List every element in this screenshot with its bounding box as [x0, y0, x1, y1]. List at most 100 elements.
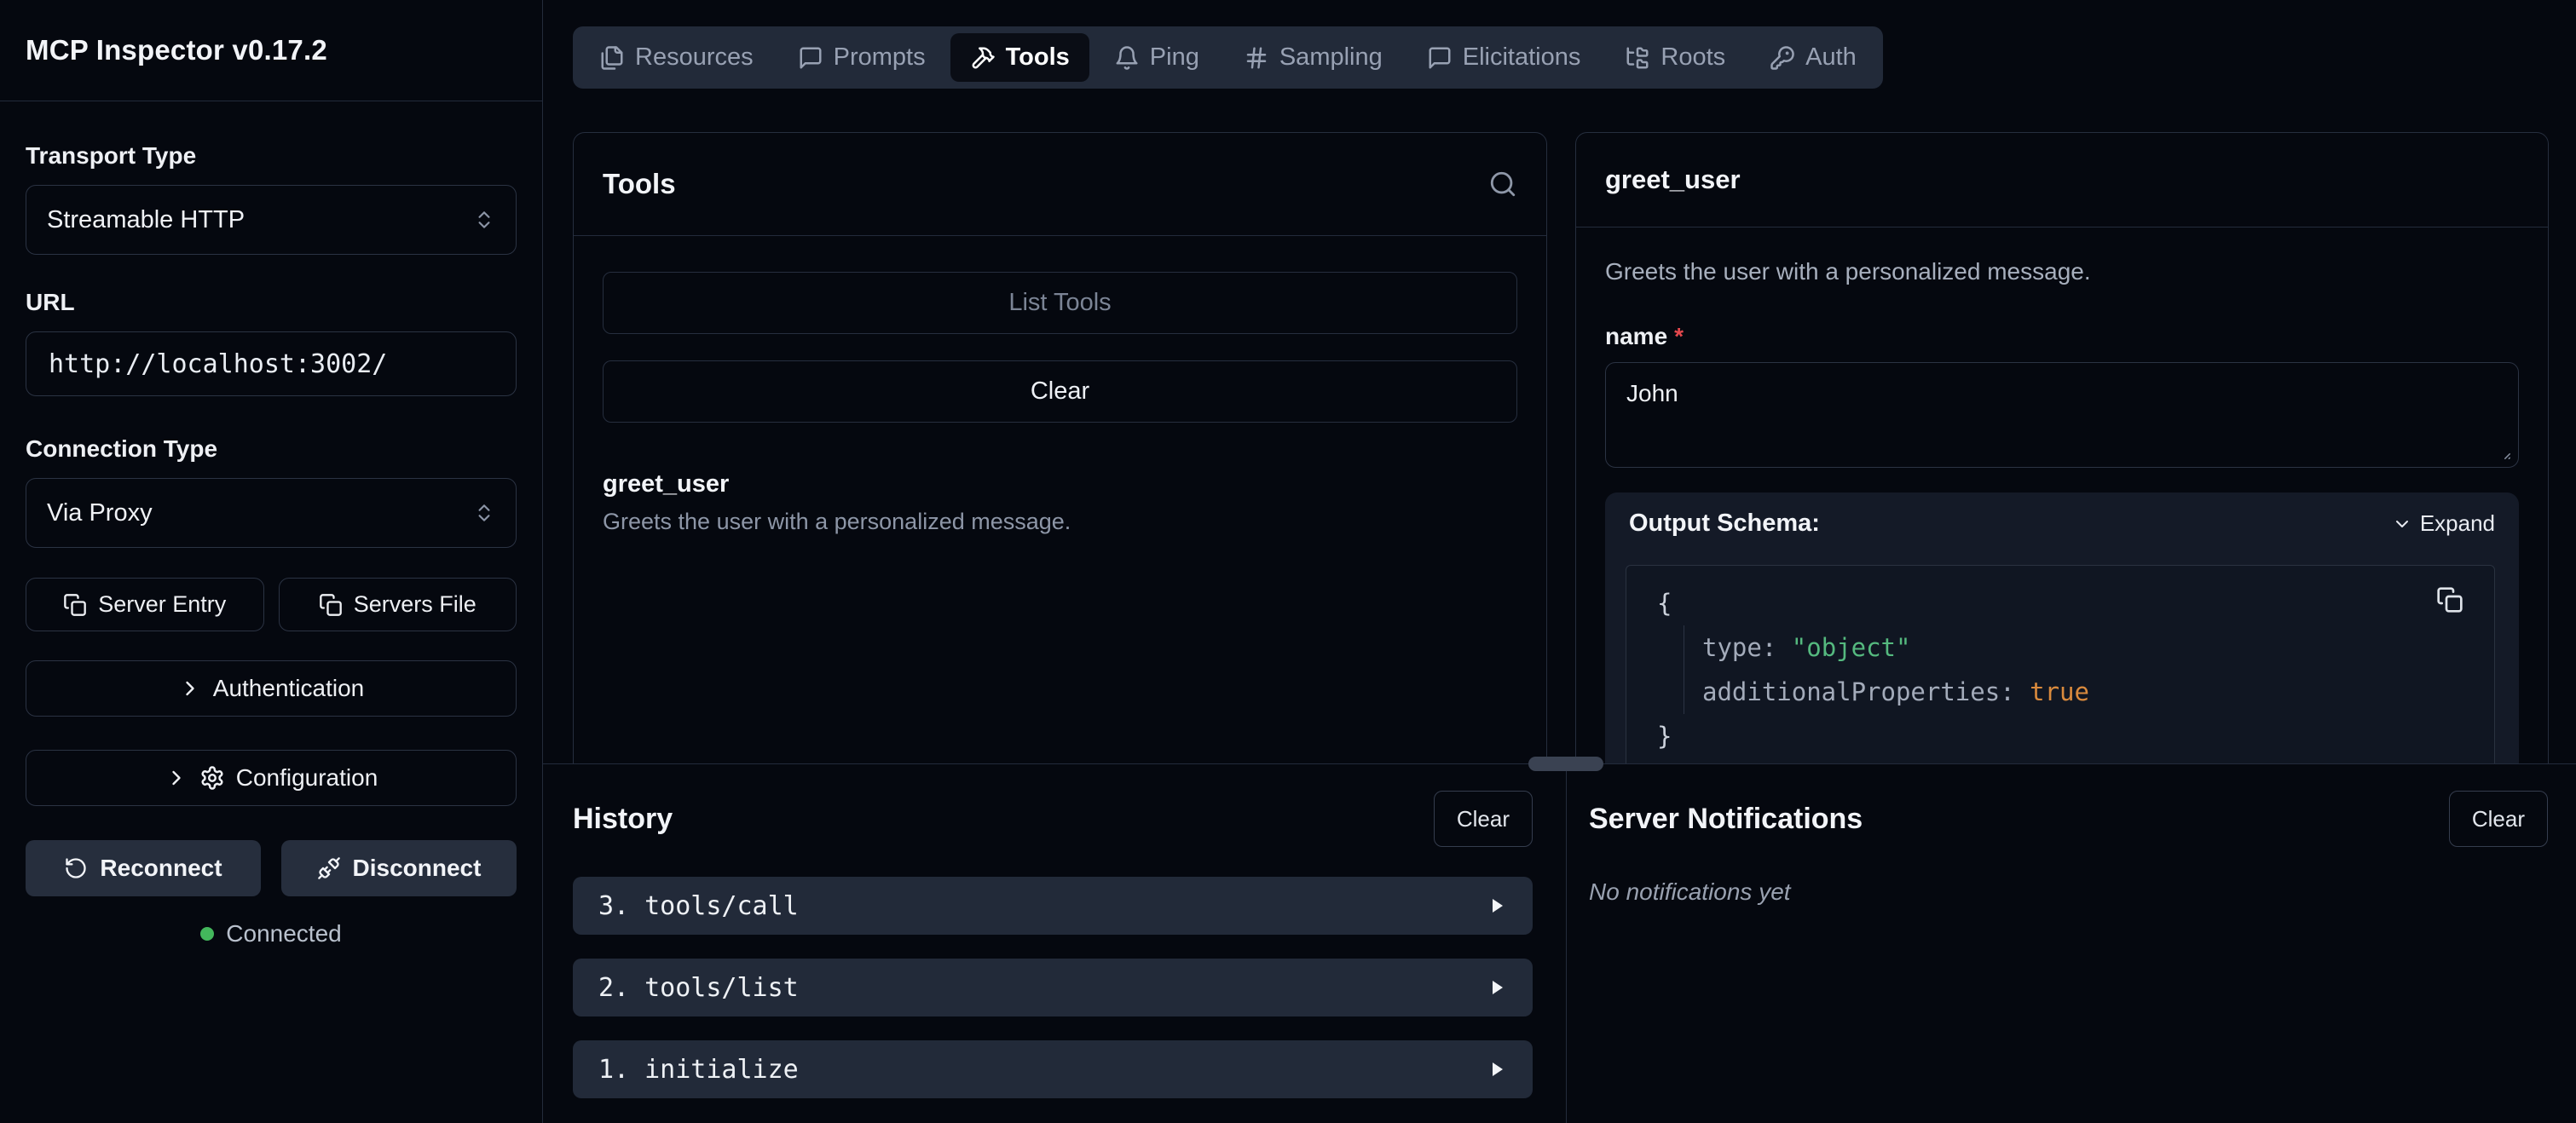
server-config-buttons: Server Entry Servers File [26, 578, 517, 631]
configuration-expander[interactable]: Configuration [26, 750, 517, 806]
server-entry-label: Server Entry [98, 591, 226, 618]
url-value: http://localhost:3002/ [49, 349, 387, 379]
message-square-icon [798, 45, 823, 71]
connection-type-label: Connection Type [26, 435, 517, 463]
transport-type-select[interactable]: Streamable HTTP [26, 185, 517, 255]
tool-name: greet_user [603, 470, 1517, 498]
hash-icon [1244, 45, 1269, 71]
output-schema-section: Output Schema: Expand [1605, 492, 2519, 763]
tab-label: Tools [1006, 43, 1070, 72]
history-method: tools/call [644, 891, 799, 921]
tool-detail-description: Greets the user with a personalized mess… [1605, 258, 2519, 285]
tools-panel-body: List Tools Clear greet_user Greets the u… [574, 236, 1546, 535]
tools-panel: Tools List Tools Clear greet_user Greets… [573, 132, 1547, 763]
tab-elicitations[interactable]: Elicitations [1407, 33, 1601, 82]
tab-ping[interactable]: Ping [1095, 33, 1219, 82]
reconnect-label: Reconnect [100, 855, 222, 882]
clear-tools-button[interactable]: Clear [603, 360, 1517, 423]
expand-label: Expand [2420, 510, 2495, 537]
expand-toggle[interactable]: Expand [2392, 510, 2495, 537]
disconnect-button[interactable]: Disconnect [281, 840, 517, 896]
tab-label: Ping [1150, 43, 1199, 72]
param-name-label: name * [1605, 323, 2519, 350]
code-key: additionalProperties: [1702, 677, 2015, 706]
authentication-label: Authentication [213, 675, 364, 702]
search-icon[interactable] [1488, 170, 1517, 199]
mcp-inspector-app: MCP Inspector v0.17.2 Transport Type Str… [0, 0, 2576, 1123]
configuration-label: Configuration [236, 764, 378, 792]
chevron-right-icon [178, 677, 202, 700]
connection-type-value: Via Proxy [47, 499, 153, 527]
history-title: History [573, 803, 673, 836]
key-icon [1770, 45, 1795, 71]
sidebar-header: MCP Inspector v0.17.2 [0, 0, 542, 101]
tab-roots[interactable]: Roots [1605, 33, 1745, 82]
message-square-icon [1427, 45, 1453, 71]
schema-code-block: { type: "object" additionalProperties: t… [1626, 565, 2495, 763]
tool-detail-panel: greet_user Greets the user with a person… [1575, 132, 2549, 763]
play-icon [1487, 977, 1507, 998]
panel-resize-handle[interactable] [1528, 757, 1603, 771]
notifications-clear-button[interactable]: Clear [2449, 791, 2548, 847]
output-schema-header: Output Schema: Expand [1626, 510, 2495, 538]
output-schema-title: Output Schema: [1626, 510, 1820, 538]
copy-icon [63, 593, 87, 617]
app-title: MCP Inspector v0.17.2 [26, 34, 327, 66]
history-item[interactable]: 3. tools/call [573, 877, 1533, 935]
connection-type-select[interactable]: Via Proxy [26, 478, 517, 548]
tab-auth[interactable]: Auth [1750, 33, 1876, 82]
main-area: Resources Prompts Tools Ping Sampling [543, 0, 2576, 1123]
tab-bar: Resources Prompts Tools Ping Sampling [573, 26, 1883, 89]
history-panel: History Clear 3. tools/call 2. tools/lis… [543, 764, 1566, 1123]
notifications-title: Server Notifications [1589, 803, 1863, 836]
servers-file-button[interactable]: Servers File [279, 578, 517, 631]
sidebar-body: Transport Type Streamable HTTP URL http:… [0, 142, 542, 947]
tab-label: Sampling [1279, 43, 1383, 72]
connection-status: Connected [26, 920, 517, 947]
tab-resources[interactable]: Resources [580, 33, 773, 82]
param-name-input[interactable]: John [1605, 362, 2519, 468]
tab-label: Resources [635, 43, 754, 72]
connection-actions: Reconnect Disconnect [26, 840, 517, 896]
chevron-right-icon [165, 766, 188, 790]
code-line: additionalProperties: true [1657, 670, 2469, 714]
bottom-section: History Clear 3. tools/call 2. tools/lis… [543, 763, 2576, 1123]
tab-label: Auth [1805, 43, 1857, 72]
resize-handle-icon[interactable] [2493, 442, 2512, 461]
history-method: tools/list [644, 973, 799, 1003]
history-list: 3. tools/call 2. tools/list [573, 877, 1533, 1098]
url-input[interactable]: http://localhost:3002/ [26, 331, 517, 396]
files-icon [599, 45, 625, 71]
tab-tools[interactable]: Tools [950, 33, 1089, 82]
param-label-text: name [1605, 323, 1667, 349]
code-line: { [1657, 581, 2469, 625]
code-key: type: [1702, 633, 1776, 662]
tool-detail-body: Greets the user with a personalized mess… [1576, 258, 2548, 763]
required-asterisk: * [1674, 323, 1684, 349]
status-text: Connected [226, 920, 341, 947]
history-item[interactable]: 1. initialize [573, 1040, 1533, 1098]
close-brace: } [1657, 722, 1672, 751]
code-value: "object" [1792, 633, 1911, 662]
tab-label: Prompts [834, 43, 926, 72]
open-brace: { [1657, 589, 1672, 618]
bell-icon [1114, 45, 1140, 71]
code-line: type: "object" [1657, 625, 2469, 670]
rotate-ccw-icon [64, 856, 88, 880]
gear-icon [199, 765, 225, 791]
list-tools-button[interactable]: List Tools [603, 272, 1517, 334]
tab-sampling[interactable]: Sampling [1224, 33, 1402, 82]
status-dot-icon [200, 927, 214, 941]
tools-panel-title: Tools [603, 168, 676, 200]
tool-list-item[interactable]: greet_user Greets the user with a person… [603, 470, 1517, 535]
transport-type-label: Transport Type [26, 142, 517, 170]
history-index: 1. [598, 1055, 629, 1085]
history-clear-button[interactable]: Clear [1434, 791, 1533, 847]
server-entry-button[interactable]: Server Entry [26, 578, 264, 631]
tab-label: Roots [1661, 43, 1725, 72]
history-header: History Clear [573, 790, 1533, 848]
reconnect-button[interactable]: Reconnect [26, 840, 261, 896]
tab-prompts[interactable]: Prompts [778, 33, 945, 82]
history-item[interactable]: 2. tools/list [573, 959, 1533, 1016]
authentication-expander[interactable]: Authentication [26, 660, 517, 717]
